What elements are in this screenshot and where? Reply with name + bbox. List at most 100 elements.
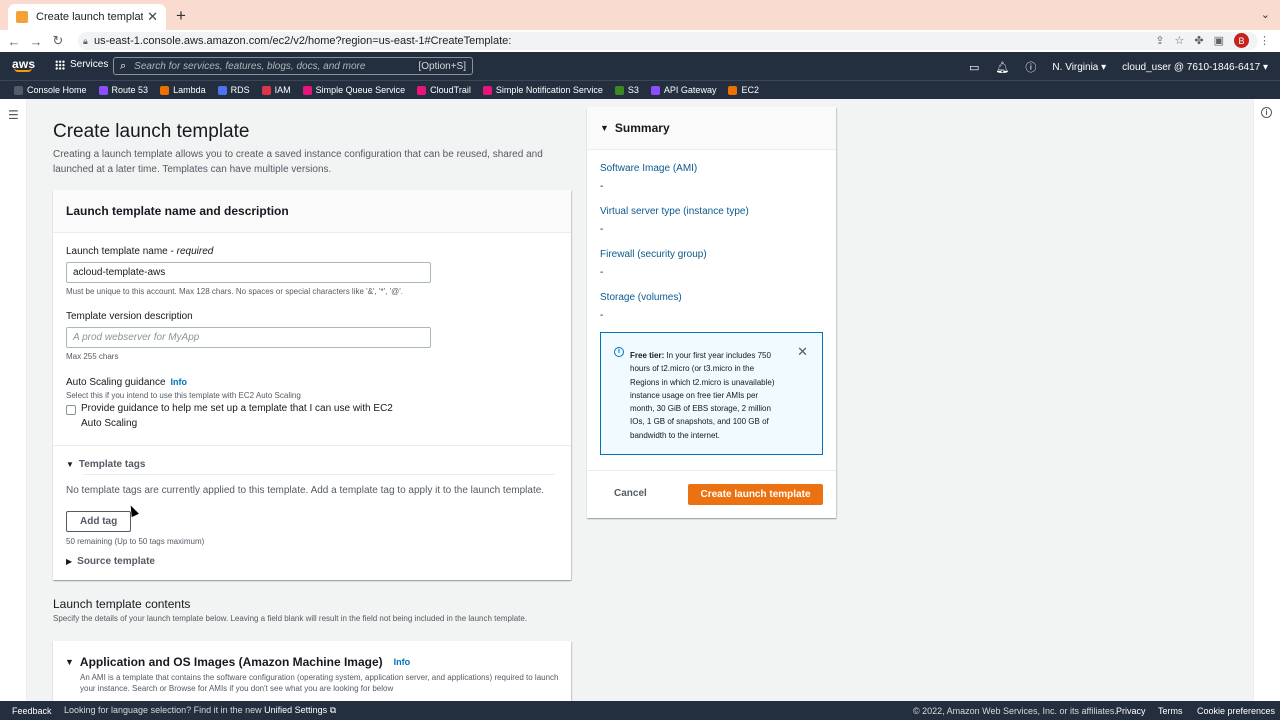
caret-down-icon: ▼ xyxy=(600,123,609,133)
region-selector[interactable]: N. Virginia ▾ xyxy=(1052,62,1106,73)
source-template-expander[interactable]: ▶ Source template xyxy=(66,556,155,567)
browser-address-bar: ← → ↻ 🔒︎ us-east-1.console.aws.amazon.co… xyxy=(0,30,1280,52)
favorite-ec2[interactable]: EC2 xyxy=(728,85,759,95)
feedback-link[interactable]: Feedback xyxy=(12,706,52,716)
favorite-rds[interactable]: RDS xyxy=(217,85,250,95)
favorite-simple-queue-service[interactable]: Simple Queue Service xyxy=(302,85,405,95)
browser-toolbar-icons: ⇪ ☆ ✤ ▣ B ⋮ xyxy=(1155,33,1270,48)
summary-storage-value: - xyxy=(600,310,604,321)
caret-down-icon: ▼ xyxy=(66,460,74,469)
summary-ami-link[interactable]: Software Image (AMI) xyxy=(600,163,697,174)
forward-arrow-icon[interactable]: → xyxy=(25,34,47,49)
favorite-iam[interactable]: IAM xyxy=(261,85,291,95)
info-icon: i xyxy=(614,347,624,357)
auto-scaling-info-link[interactable]: Info xyxy=(171,377,188,387)
favorite-route-53[interactable]: Route 53 xyxy=(98,85,148,95)
summary-storage-link[interactable]: Storage (volumes) xyxy=(600,292,682,303)
bookmark-star-icon[interactable]: ☆ xyxy=(1175,34,1185,47)
caret-down-icon: ▼ xyxy=(65,657,74,667)
profile-avatar[interactable]: B xyxy=(1234,33,1249,48)
favorite-simple-notification-service[interactable]: Simple Notification Service xyxy=(482,85,603,95)
cancel-button[interactable]: Cancel xyxy=(614,488,647,499)
unified-settings-link[interactable]: Unified Settings xyxy=(264,705,327,715)
back-arrow-icon[interactable]: ← xyxy=(3,34,25,49)
new-tab-button[interactable]: + xyxy=(172,6,190,26)
tab-search-chevron-icon[interactable]: ⌄ xyxy=(1261,8,1270,21)
nav-right-controls: ▭ 🔔︎ ⓘ N. Virginia ▾ cloud_user @ 7610-1… xyxy=(969,59,1268,75)
summary-security-group-value: - xyxy=(600,267,604,278)
browser-menu-icon[interactable]: ⋮ xyxy=(1259,34,1270,47)
free-tier-alert: i Free tier: In your first year includes… xyxy=(600,332,823,455)
service-icon xyxy=(160,85,170,95)
url-field[interactable]: 🔒︎ us-east-1.console.aws.amazon.com/ec2/… xyxy=(78,32,1258,50)
version-description-hint: Max 255 chars xyxy=(66,352,119,361)
search-shortcut: [Option+S] xyxy=(418,60,466,72)
service-icon xyxy=(302,85,312,95)
language-notice: Looking for language selection? Find it … xyxy=(64,705,337,715)
terms-link[interactable]: Terms xyxy=(1158,706,1183,716)
favorite-cloudtrail[interactable]: CloudTrail xyxy=(417,85,471,95)
lock-icon: 🔒︎ xyxy=(83,35,88,46)
summary-header[interactable]: ▼ Summary xyxy=(587,107,836,150)
services-grid-icon xyxy=(55,59,65,70)
reload-icon[interactable]: ↻ xyxy=(47,33,69,49)
cookie-preferences-link[interactable]: Cookie preferences xyxy=(1197,706,1275,716)
summary-instance-type-link[interactable]: Virtual server type (instance type) xyxy=(600,206,749,217)
external-link-icon: ⧉ xyxy=(329,705,337,715)
summary-divider xyxy=(587,470,836,471)
service-icon xyxy=(417,85,427,95)
close-tab-icon[interactable]: ✕ xyxy=(147,9,158,25)
service-icon xyxy=(14,85,23,95)
favorite-api-gateway[interactable]: API Gateway xyxy=(650,85,716,95)
auto-scaling-checkbox[interactable] xyxy=(66,405,76,415)
cloudshell-icon[interactable]: ▭ xyxy=(969,61,979,74)
privacy-link[interactable]: Privacy xyxy=(1116,706,1146,716)
side-panel-icon[interactable]: ▣ xyxy=(1214,34,1224,47)
no-tags-message: No template tags are currently applied t… xyxy=(66,485,545,496)
close-icon[interactable]: ✕ xyxy=(797,344,808,360)
service-icon xyxy=(217,85,227,95)
template-name-hint: Must be unique to this account. Max 128 … xyxy=(66,287,403,296)
share-icon[interactable]: ⇪ xyxy=(1155,34,1164,47)
tab-title: Create launch template | EC2 M xyxy=(36,11,144,23)
favorite-s3[interactable]: S3 xyxy=(614,85,639,95)
extensions-puzzle-icon[interactable]: ✤ xyxy=(1194,34,1203,47)
account-menu[interactable]: cloud_user @ 7610-1846-6417 ▾ xyxy=(1122,62,1268,73)
help-panel-rail: i xyxy=(1253,99,1280,701)
free-tier-text: Free tier: In your first year includes 7… xyxy=(630,351,775,440)
ami-description: An AMI is a template that contains the s… xyxy=(80,673,559,693)
info-panel-icon[interactable]: i xyxy=(1261,107,1272,118)
aws-logo[interactable]: aws xyxy=(12,57,35,72)
auto-scaling-checkbox-label[interactable]: Provide guidance to help me set up a tem… xyxy=(81,402,411,431)
aws-favicon-icon xyxy=(16,11,28,23)
ami-info-link[interactable]: Info xyxy=(394,657,411,667)
favorite-console-home[interactable]: Console Home xyxy=(14,85,87,95)
auto-scaling-hint: Select this if you intend to use this te… xyxy=(66,391,301,400)
create-launch-template-button[interactable]: Create launch template xyxy=(688,484,823,505)
url-text: us-east-1.console.aws.amazon.com/ec2/v2/… xyxy=(94,35,512,47)
ami-card: ▼ Application and OS Images (Amazon Mach… xyxy=(53,641,571,701)
services-menu-button[interactable]: Services xyxy=(55,59,108,70)
hamburger-menu-icon[interactable]: ☰ xyxy=(8,108,19,122)
global-search-input[interactable]: ⌕ Search for services, features, blogs, … xyxy=(113,57,473,75)
summary-instance-type-value: - xyxy=(600,224,604,235)
favorite-lambda[interactable]: Lambda xyxy=(160,85,206,95)
notifications-bell-icon[interactable]: 🔔︎ xyxy=(995,61,1009,74)
console-footer: Feedback Looking for language selection?… xyxy=(0,701,1280,720)
template-name-input[interactable]: acloud-template-aws xyxy=(66,262,431,283)
help-icon[interactable]: ⓘ xyxy=(1025,59,1036,75)
auto-scaling-label: Auto Scaling guidance Info xyxy=(66,377,188,388)
tags-divider xyxy=(83,474,555,475)
aws-top-navigation: aws Services ⌕ Search for services, feat… xyxy=(0,52,1280,80)
add-tag-button[interactable]: Add tag xyxy=(66,511,132,532)
template-name-label: Launch template name - required xyxy=(66,246,214,257)
service-icon xyxy=(650,85,660,95)
version-description-input[interactable]: A prod webserver for MyApp xyxy=(66,327,431,348)
service-icon xyxy=(614,85,624,95)
template-tags-expander[interactable]: ▼ Template tags xyxy=(66,459,145,470)
browser-tab[interactable]: Create launch template | EC2 M ✕ xyxy=(8,4,166,30)
summary-security-group-link[interactable]: Firewall (security group) xyxy=(600,249,707,260)
ami-header[interactable]: ▼ Application and OS Images (Amazon Mach… xyxy=(65,655,410,669)
service-icon xyxy=(261,85,271,95)
contents-title: Launch template contents xyxy=(53,597,191,611)
